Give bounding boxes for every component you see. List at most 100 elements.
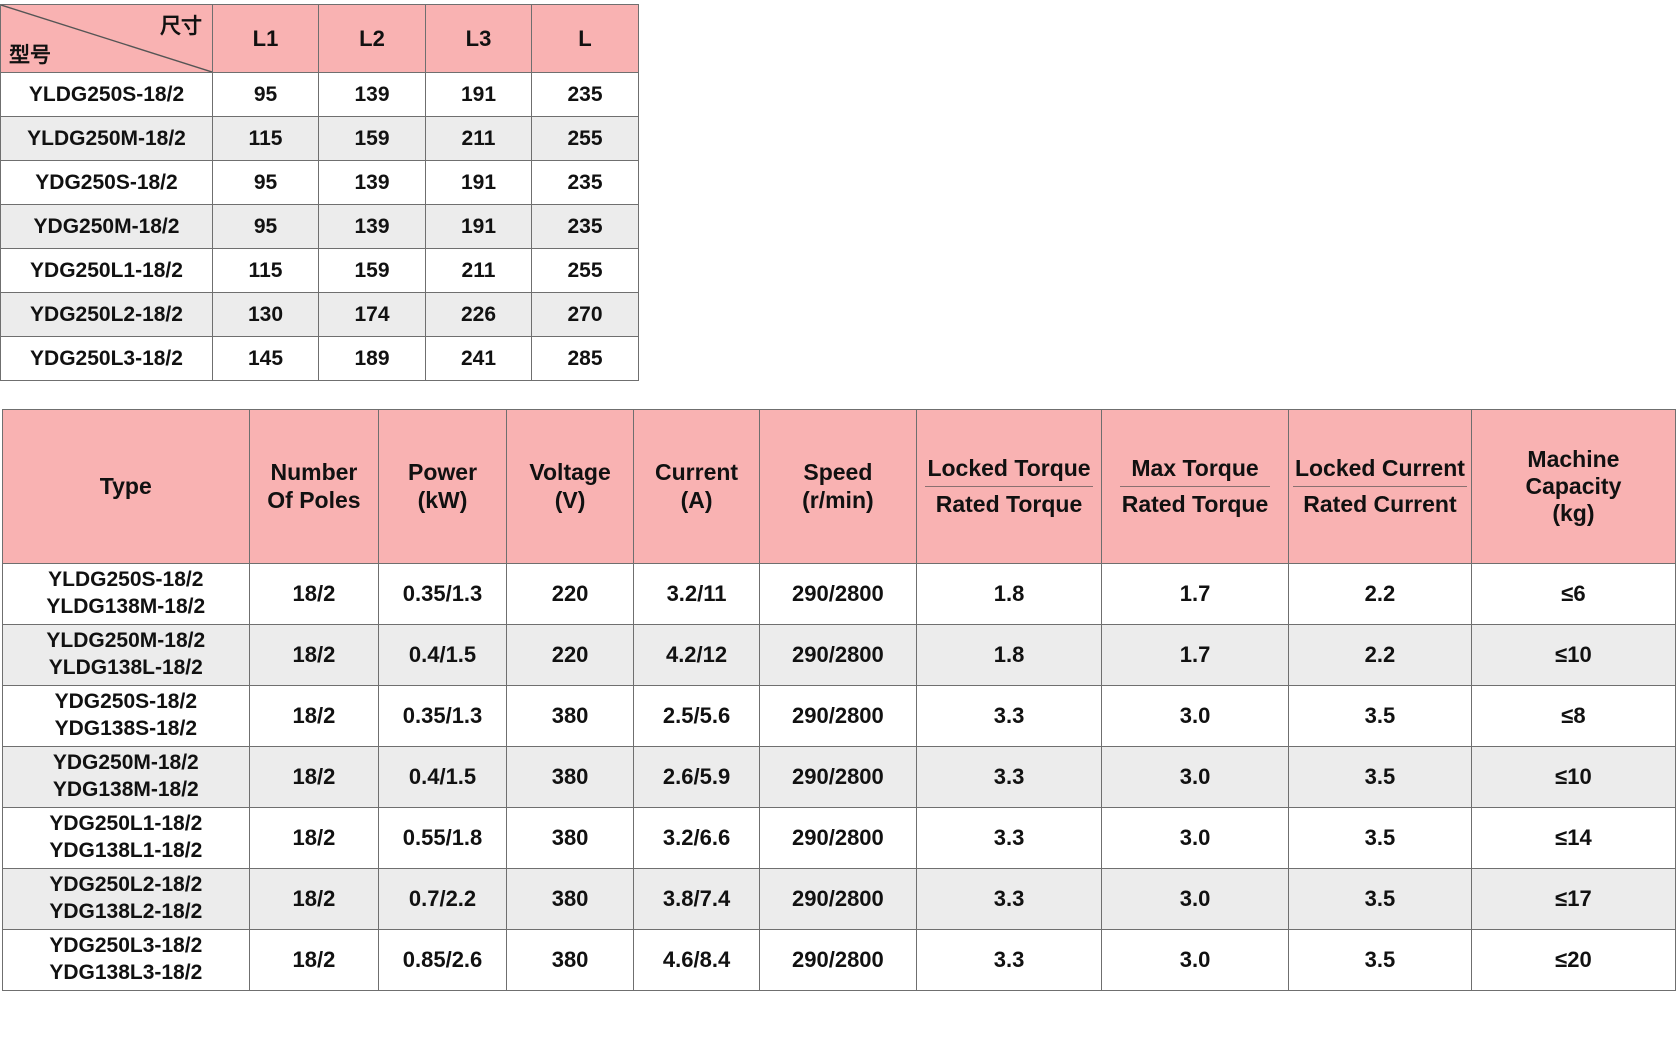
table-row: YLDG250S-18/2 95 139 191 235 xyxy=(0,72,639,117)
cell-l3: 191 xyxy=(425,160,532,205)
header-line-2: (V) xyxy=(554,486,586,513)
cell-capacity: ≤10 xyxy=(1470,624,1677,686)
table-row: YDG250L1-18/2 YDG138L1-18/2 18/2 0.55/1.… xyxy=(2,807,1677,869)
type-line-2: YDG138L1-18/2 xyxy=(49,839,203,862)
specifications-table-body: YLDG250S-18/2 YLDG138M-18/2 18/2 0.35/1.… xyxy=(2,563,1677,991)
fraction-numerator: Locked Torque xyxy=(925,454,1093,487)
cell-l1: 115 xyxy=(212,248,319,293)
cell-capacity: ≤20 xyxy=(1470,929,1677,991)
type-line-1: YDG250M-18/2 xyxy=(52,751,199,775)
cell-l: 255 xyxy=(531,248,639,293)
cell-type: YDG250M-18/2 YDG138M-18/2 xyxy=(2,746,250,808)
cell-voltage: 380 xyxy=(505,807,635,869)
column-header-number-of-poles: Number Of Poles xyxy=(248,409,380,564)
column-header-locked-torque-ratio: Locked Torque Rated Torque xyxy=(916,409,1102,564)
cell-model: YDG250L2-18/2 xyxy=(0,292,213,337)
cell-capacity: ≤8 xyxy=(1470,685,1677,747)
cell-l1: 95 xyxy=(212,160,319,205)
type-line-2: YDG138M-18/2 xyxy=(52,778,199,801)
cell-voltage: 380 xyxy=(505,685,635,747)
table-row: YDG250S-18/2 95 139 191 235 xyxy=(0,160,639,205)
cell-voltage: 380 xyxy=(505,746,635,808)
cell-poles: 18/2 xyxy=(248,929,380,991)
cell-l3: 191 xyxy=(425,72,532,117)
dimensions-table: 尺寸 型号 L1 L2 L3 L YLDG250S-18/2 95 139 19… xyxy=(0,4,639,381)
column-header-l3: L3 xyxy=(425,4,532,73)
dimension-label: 尺寸 xyxy=(160,15,202,38)
type-line-2: YLDG138M-18/2 xyxy=(46,595,206,618)
cell-type: YLDG250M-18/2 YLDG138L-18/2 xyxy=(2,624,250,686)
cell-l2: 174 xyxy=(318,292,426,337)
cell-max-torque: 3.0 xyxy=(1100,868,1290,930)
cell-l1: 95 xyxy=(212,204,319,249)
cell-capacity: ≤14 xyxy=(1470,807,1677,869)
header-line-1: Voltage xyxy=(529,459,611,486)
table-row: YDG250L2-18/2 130 174 226 270 xyxy=(0,292,639,337)
cell-current: 2.5/5.6 xyxy=(633,685,760,747)
cell-locked-torque: 3.3 xyxy=(916,746,1102,808)
cell-l3: 211 xyxy=(425,116,532,161)
fraction-denominator: Rated Current xyxy=(1303,490,1457,517)
cell-locked-torque: 1.8 xyxy=(916,624,1102,686)
cell-poles: 18/2 xyxy=(248,868,380,930)
column-header-machine-capacity: Machine Capacity (kg) xyxy=(1470,409,1677,564)
cell-locked-current: 3.5 xyxy=(1288,746,1472,808)
cell-locked-torque: 3.3 xyxy=(916,868,1102,930)
cell-l2: 159 xyxy=(318,116,426,161)
cell-l2: 139 xyxy=(318,72,426,117)
column-header-voltage: Voltage (V) xyxy=(505,409,635,564)
column-header-power: Power (kW) xyxy=(378,409,507,564)
type-line-1: YLDG250M-18/2 xyxy=(46,629,206,653)
cell-l1: 95 xyxy=(212,72,319,117)
cell-type: YDG250L2-18/2 YDG138L2-18/2 xyxy=(2,868,250,930)
header-line-1: Current xyxy=(655,459,739,486)
cell-current: 3.2/11 xyxy=(633,563,760,625)
cell-type: YDG250L3-18/2 YDG138L3-18/2 xyxy=(2,929,250,991)
type-line-2: YDG138S-18/2 xyxy=(54,717,197,740)
type-line-1: YDG250L2-18/2 xyxy=(49,873,203,897)
cell-poles: 18/2 xyxy=(248,685,380,747)
cell-capacity: ≤6 xyxy=(1470,563,1677,625)
header-line-2: Capacity xyxy=(1525,472,1622,499)
cell-current: 4.6/8.4 xyxy=(633,929,760,991)
cell-l1: 145 xyxy=(212,336,319,381)
column-header-l: L xyxy=(531,4,639,73)
fraction-numerator: Max Torque xyxy=(1119,454,1271,487)
header-line-3: (kg) xyxy=(1552,500,1595,527)
cell-model: YDG250M-18/2 xyxy=(0,204,213,249)
cell-speed: 290/2800 xyxy=(758,563,918,625)
cell-l3: 241 xyxy=(425,336,532,381)
fraction: Locked Current Rated Current xyxy=(1292,454,1467,520)
header-line-2: Of Poles xyxy=(267,486,361,513)
table-row: YDG250M-18/2 YDG138M-18/2 18/2 0.4/1.5 3… xyxy=(2,746,1677,808)
cell-power: 0.55/1.8 xyxy=(378,807,507,869)
cell-l3: 211 xyxy=(425,248,532,293)
column-header-current: Current (A) xyxy=(633,409,760,564)
fraction-numerator: Locked Current xyxy=(1292,454,1467,487)
cell-locked-torque: 3.3 xyxy=(916,929,1102,991)
cell-l: 255 xyxy=(531,116,639,161)
cell-max-torque: 3.0 xyxy=(1100,929,1290,991)
cell-locked-current: 3.5 xyxy=(1288,929,1472,991)
column-header-locked-current-ratio: Locked Current Rated Current xyxy=(1288,409,1472,564)
type-line-2: YLDG138L-18/2 xyxy=(48,656,203,679)
dimensions-table-header: 尺寸 型号 L1 L2 L3 L xyxy=(0,4,639,73)
cell-current: 3.2/6.6 xyxy=(633,807,760,869)
fraction-denominator: Rated Torque xyxy=(1121,490,1269,517)
dimensions-table-body: YLDG250S-18/2 95 139 191 235 YLDG250M-18… xyxy=(0,72,639,381)
cell-max-torque: 3.0 xyxy=(1100,685,1290,747)
column-header-l2: L2 xyxy=(318,4,426,73)
header-line-1: Power xyxy=(408,459,478,486)
cell-l: 235 xyxy=(531,160,639,205)
cell-voltage: 380 xyxy=(505,868,635,930)
cell-model: YDG250L1-18/2 xyxy=(0,248,213,293)
fraction: Max Torque Rated Torque xyxy=(1119,454,1271,520)
cell-power: 0.85/2.6 xyxy=(378,929,507,991)
column-header-type: Type xyxy=(2,409,250,564)
header-line-1: Machine xyxy=(1527,445,1620,472)
column-header-l1: L1 xyxy=(212,4,319,73)
cell-voltage: 220 xyxy=(505,624,635,686)
cell-locked-current: 2.2 xyxy=(1288,563,1472,625)
cell-speed: 290/2800 xyxy=(758,868,918,930)
cell-locked-current: 2.2 xyxy=(1288,624,1472,686)
